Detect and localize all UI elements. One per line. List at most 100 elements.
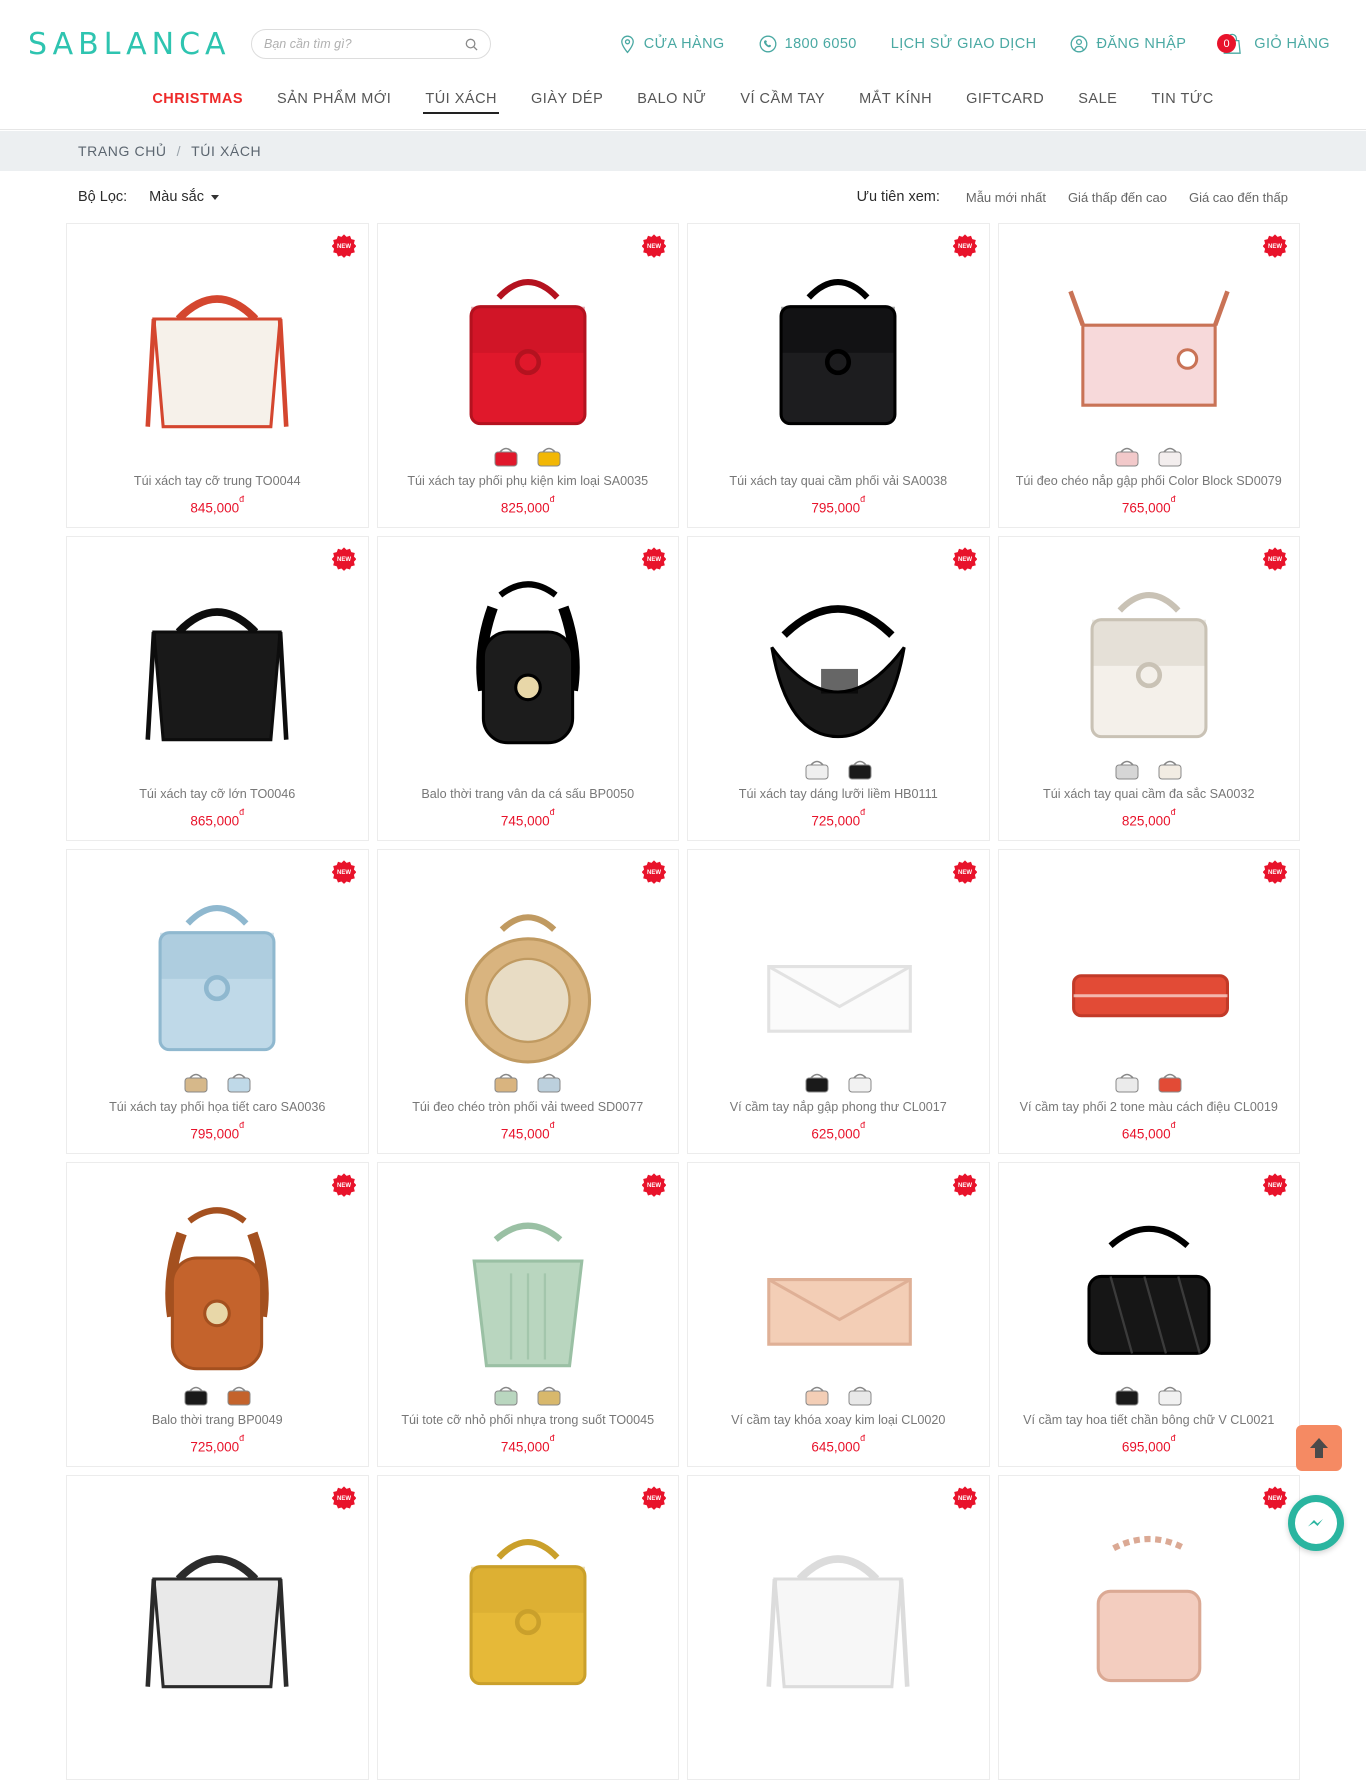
product-image[interactable] xyxy=(688,1163,989,1379)
new-badge: NEW xyxy=(331,860,356,884)
header-link-cart[interactable]: 0 GIỎ HÀNG xyxy=(1217,32,1330,56)
header-link-transaction-history[interactable]: LỊCH SỬ GIAO DỊCH xyxy=(891,36,1037,52)
product-card[interactable]: NEW Túi đeo chéo nắp gập phối Color Bloc… xyxy=(997,223,1300,528)
product-image[interactable] xyxy=(999,1163,1300,1379)
breadcrumb-home[interactable]: TRANG CHỦ xyxy=(78,143,167,159)
product-image[interactable] xyxy=(999,537,1300,753)
product-image[interactable] xyxy=(67,1476,368,1708)
header-link-login[interactable]: ĐĂNG NHẬP xyxy=(1070,35,1186,53)
product-color-swatches[interactable] xyxy=(181,1066,254,1098)
svg-text:NEW: NEW xyxy=(1268,557,1282,563)
nav-item-mat-kinh[interactable]: MẮT KÍNH xyxy=(842,88,949,116)
product-price: 825,000đ xyxy=(500,493,555,516)
product-color-swatches[interactable] xyxy=(1112,440,1185,472)
nav-item-balo-nu[interactable]: BALO NỮ xyxy=(620,88,723,116)
svg-text:NEW: NEW xyxy=(337,244,351,250)
product-image[interactable] xyxy=(378,1476,679,1708)
product-image[interactable] xyxy=(67,1163,368,1379)
new-badge: NEW xyxy=(952,547,977,571)
site-header: SABLANCA CỬA HÀNG 1800 6050 LỊCH SỬ GIAO… xyxy=(0,0,1366,88)
product-color-swatches[interactable] xyxy=(1112,1066,1185,1098)
product-name: Balo thời trang BP0049 xyxy=(151,1412,283,1427)
nav-item-sale[interactable]: SALE xyxy=(1061,88,1134,116)
product-card[interactable]: NEW xyxy=(376,1475,679,1780)
messenger-chat-button[interactable] xyxy=(1288,1495,1344,1551)
breadcrumb-current: TÚI XÁCH xyxy=(191,143,262,159)
sort-option-price-asc[interactable]: Giá thấp đến cao xyxy=(1068,190,1167,205)
product-image[interactable] xyxy=(999,850,1300,1066)
product-card[interactable]: NEW Túi xách tay phối họa tiết caro SA00… xyxy=(66,849,369,1154)
product-name: Túi xách tay quai cầm đa sắc SA0032 xyxy=(1043,786,1255,801)
sort-option-price-desc[interactable]: Giá cao đến thấp xyxy=(1189,190,1288,205)
product-color-swatches[interactable] xyxy=(1112,1379,1185,1411)
product-card[interactable]: NEW xyxy=(66,1475,369,1780)
nav-item-vi-cam-tay[interactable]: VÍ CẦM TAY xyxy=(723,88,842,116)
sort-option-newest[interactable]: Mẫu mới nhất xyxy=(966,190,1046,205)
product-card[interactable]: NEW Ví cầm tay nắp gập phong thư CL0017 6… xyxy=(687,849,990,1154)
search-box[interactable] xyxy=(251,29,491,59)
product-color-swatches[interactable] xyxy=(491,1066,564,1098)
product-card[interactable]: NEW Túi xách tay cỡ trung TO0044 845,000đ xyxy=(66,223,369,528)
product-image[interactable] xyxy=(378,1163,679,1379)
product-color-swatches[interactable] xyxy=(802,753,875,785)
product-color-swatches[interactable] xyxy=(802,1066,875,1098)
product-card[interactable]: NEW Ví cầm tay khóa xoay kim loại CL0020… xyxy=(687,1162,990,1467)
search-input[interactable] xyxy=(264,37,465,51)
header-link-phone[interactable]: 1800 6050 xyxy=(759,35,857,53)
nav-item-tui-xach[interactable]: TÚI XÁCH xyxy=(408,88,514,116)
product-card[interactable]: NEW Ví cầm tay phối 2 tone màu cách điệu… xyxy=(997,849,1300,1154)
product-card[interactable]: NEW Túi xách tay cỡ lớn TO0046 865,000đ xyxy=(66,536,369,841)
product-image[interactable] xyxy=(67,537,368,753)
product-card[interactable]: NEW Túi đeo chéo tròn phối vải tweed SD0… xyxy=(376,849,679,1154)
product-image[interactable] xyxy=(999,224,1300,440)
product-card[interactable]: NEW Túi xách tay phối phụ kiện kim loại … xyxy=(376,223,679,528)
search-icon[interactable] xyxy=(465,38,478,51)
messenger-icon-bg xyxy=(1295,1502,1337,1544)
svg-text:NEW: NEW xyxy=(958,1183,972,1189)
product-card[interactable]: NEW Túi tote cỡ nhỏ phối nhựa trong suốt… xyxy=(376,1162,679,1467)
product-color-swatches[interactable] xyxy=(491,1379,564,1411)
product-card[interactable]: NEW xyxy=(997,1475,1300,1780)
product-name: Túi xách tay phối họa tiết caro SA0036 xyxy=(109,1099,326,1114)
nav-item-tin-tuc[interactable]: TIN TỨC xyxy=(1134,88,1230,116)
product-price: 625,000đ xyxy=(811,1119,866,1142)
product-image[interactable] xyxy=(688,224,989,440)
nav-item-giftcard[interactable]: GIFTCARD xyxy=(949,88,1061,116)
product-image[interactable] xyxy=(67,224,368,440)
product-card[interactable]: NEW Túi xách tay quai cầm phối vải SA003… xyxy=(687,223,990,528)
product-image[interactable] xyxy=(378,537,679,753)
product-name: Túi xách tay quai cầm phối vải SA0038 xyxy=(729,473,948,488)
product-image[interactable] xyxy=(378,224,679,440)
product-image[interactable] xyxy=(999,1476,1300,1708)
product-price: 725,000đ xyxy=(811,806,866,829)
site-logo[interactable]: SABLANCA xyxy=(28,27,233,62)
new-badge: NEW xyxy=(952,234,977,258)
product-color-swatches[interactable] xyxy=(491,440,564,472)
breadcrumb: TRANG CHỦ / TÚI XÁCH xyxy=(0,131,1366,171)
product-card[interactable]: NEW Túi xách tay quai cầm đa sắc SA0032 8… xyxy=(997,536,1300,841)
nav-item-giay-dep[interactable]: GIÀY DÉP xyxy=(514,88,620,116)
svg-text:NEW: NEW xyxy=(647,557,661,563)
product-name: Túi đeo chéo nắp gập phối Color Block SD… xyxy=(1015,473,1282,488)
scroll-to-top-button[interactable] xyxy=(1296,1425,1342,1471)
nav-item-christmas[interactable]: CHRISTMAS xyxy=(135,88,260,116)
product-color-swatches[interactable] xyxy=(802,1379,875,1411)
product-card[interactable]: NEW Balo thời trang vân da cá sấu BP0050… xyxy=(376,536,679,841)
header-link-label: GIỎ HÀNG xyxy=(1254,36,1330,52)
product-image[interactable] xyxy=(688,850,989,1066)
product-color-swatches[interactable] xyxy=(1112,753,1185,785)
product-image[interactable] xyxy=(688,1476,989,1708)
nav-item-san-pham-moi[interactable]: SẢN PHẨM MỚI xyxy=(260,88,408,116)
product-image[interactable] xyxy=(67,850,368,1066)
product-card[interactable]: NEW Túi xách tay dáng lưỡi liềm HB0111 72… xyxy=(687,536,990,841)
product-name: Ví cầm tay khóa xoay kim loại CL0020 xyxy=(731,1412,946,1427)
product-image[interactable] xyxy=(688,537,989,753)
product-image[interactable] xyxy=(378,850,679,1066)
header-link-stores[interactable]: CỬA HÀNG xyxy=(619,35,725,54)
product-card[interactable]: NEW Ví cầm tay hoa tiết chần bông chữ V … xyxy=(997,1162,1300,1467)
product-card[interactable]: NEW Balo thời trang BP0049 725,000đ xyxy=(66,1162,369,1467)
product-color-swatches[interactable] xyxy=(181,1379,254,1411)
cart-icon-wrap[interactable]: 0 xyxy=(1217,32,1246,56)
color-filter-select[interactable]: Màu sắc xyxy=(149,189,219,205)
product-card[interactable]: NEW xyxy=(687,1475,990,1780)
